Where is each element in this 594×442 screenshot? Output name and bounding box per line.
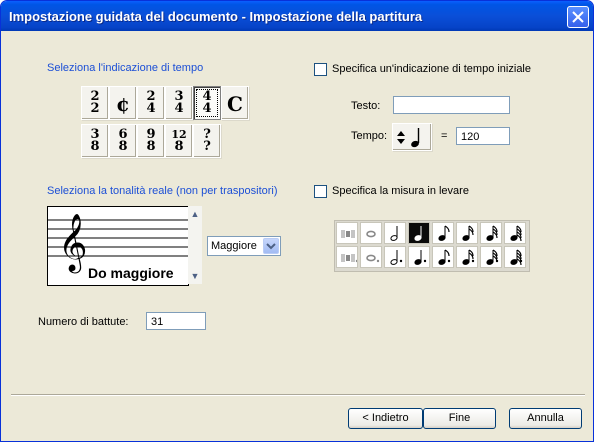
scroll-down-icon[interactable]: ▼ [188, 270, 202, 282]
time-signature-glyph: 22 [85, 90, 105, 116]
time-signature-3-4-button[interactable]: 34 [165, 86, 193, 120]
finish-button[interactable]: Fine [423, 408, 496, 429]
quarter-note-icon [414, 226, 422, 241]
whole-note-icon [366, 230, 376, 238]
wizard-window: Impostazione guidata del documento - Imp… [0, 0, 594, 442]
time-signature-glyph: ¢ [113, 90, 133, 116]
time-signature-9-8-button[interactable]: 98 [137, 124, 165, 158]
time-signature-custom-button[interactable]: ?? [193, 124, 221, 158]
tempo-text-input[interactable] [393, 96, 510, 114]
sixteenth-note-icon [462, 225, 474, 241]
close-button[interactable] [567, 6, 589, 28]
pickup-checkbox-label: Specifica la misura in levare [332, 185, 469, 197]
pickup-sixty-fourth-button[interactable] [504, 222, 526, 244]
time-signature-heading: Seleziona l'indicazione di tempo [47, 62, 204, 74]
time-signature-denominator: 8 [174, 139, 184, 154]
pickup-thirty-second-button[interactable] [480, 222, 502, 244]
tempo-text-label: Testo: [351, 100, 381, 112]
time-signature-denominator: 4 [202, 101, 212, 116]
tempo-checkbox[interactable] [314, 63, 327, 76]
pickup-dotted-double-rest-button[interactable] [336, 246, 359, 268]
back-button[interactable]: < Indietro [348, 408, 423, 429]
pickup-checkbox[interactable] [314, 185, 327, 198]
tempo-checkbox-label: Specifica un'indicazione di tempo inizia… [332, 63, 531, 75]
thirty-second-note-icon [486, 225, 498, 241]
mode-select-value: Maggiore [211, 240, 257, 252]
time-signature-common-time-button[interactable]: C [221, 86, 249, 120]
pickup-half-button[interactable] [384, 222, 406, 244]
time-signature-glyph: 38 [85, 128, 105, 154]
pickup-dotted-sixty-fourth-button[interactable] [504, 246, 526, 268]
time-signature-6-8-button[interactable]: 68 [109, 124, 137, 158]
pickup-dotted-half-button[interactable] [384, 246, 406, 268]
measures-label: Numero di battute: [38, 316, 129, 328]
dotted-whole-note-icon [366, 254, 380, 263]
time-signature-glyph: 98 [141, 128, 161, 154]
pickup-dotted-quarter-button[interactable] [408, 246, 430, 268]
dotted-sixty-fourth-note-icon [510, 249, 523, 266]
half-note-icon [390, 226, 398, 241]
time-signature-denominator: 8 [118, 139, 128, 154]
dotted-eighth-note-icon [438, 249, 451, 265]
tempo-label: Tempo: [351, 130, 388, 142]
tempo-note-button[interactable] [392, 123, 432, 151]
window-title: Impostazione guidata del documento - Imp… [9, 9, 423, 24]
time-signature-glyph: 34 [169, 90, 189, 116]
time-signature-2-2-button[interactable]: 22 [81, 86, 109, 120]
double-rest-note-icon [341, 230, 355, 238]
measures-input[interactable]: 31 [146, 312, 206, 330]
pickup-dotted-eighth-button[interactable] [432, 246, 454, 268]
treble-clef-icon: 𝄞 [58, 213, 88, 271]
time-signature-glyph: ?? [197, 128, 217, 154]
divider [11, 394, 585, 396]
pickup-dotted-whole-button[interactable] [360, 246, 382, 268]
key-heading: Seleziona la tonalità reale (non per tra… [47, 185, 278, 197]
time-signature-4-4-button[interactable]: 44 [193, 86, 221, 120]
time-signature-glyph: 44 [196, 89, 218, 117]
title-bar[interactable]: Impostazione guidata del documento - Imp… [1, 1, 593, 31]
tempo-bpm-input[interactable]: 120 [456, 127, 510, 145]
eighth-note-icon [438, 225, 450, 241]
close-icon [572, 11, 584, 23]
time-signature-cut-time-button[interactable]: ¢ [109, 86, 137, 120]
time-signature-denominator: 4 [146, 101, 156, 116]
key-staff-preview: 𝄞 Do maggiore [47, 206, 189, 286]
time-signature-symbol: C [227, 92, 243, 116]
chevron-down-icon [266, 243, 276, 250]
tempo-equals: = [441, 130, 448, 142]
dotted-thirty-second-note-icon [486, 249, 499, 265]
scroll-up-icon[interactable]: ▲ [188, 208, 202, 220]
time-signature-glyph: 24 [141, 90, 161, 116]
time-signature-glyph: 12 8 [169, 128, 189, 154]
time-signature-denominator: 2 [90, 101, 100, 116]
mode-select[interactable]: Maggiore [207, 236, 281, 256]
time-signature-denominator: 4 [174, 101, 184, 116]
time-signature-denominator: ? [203, 139, 211, 154]
sixty-fourth-note-icon [510, 225, 522, 242]
pickup-double-rest-button[interactable] [336, 222, 358, 244]
dotted-double-rest-note-icon [341, 254, 359, 263]
dotted-sixteenth-note-icon [462, 249, 475, 265]
pickup-quarter-button[interactable] [408, 222, 430, 244]
pickup-dotted-thirty-second-button[interactable] [480, 246, 502, 268]
mode-dropdown-button[interactable] [263, 238, 279, 254]
pickup-dotted-sixteenth-button[interactable] [456, 246, 478, 268]
time-signature-glyph: 68 [113, 128, 133, 154]
time-signature-3-8-button[interactable]: 38 [81, 124, 109, 158]
cancel-button[interactable]: Annulla [509, 408, 582, 429]
pickup-sixteenth-button[interactable] [456, 222, 478, 244]
dotted-quarter-note-icon [414, 250, 427, 265]
key-scrollbar[interactable]: ▲ ▼ [188, 206, 202, 284]
time-signature-2-4-button[interactable]: 24 [137, 86, 165, 120]
time-signature-denominator: 8 [90, 139, 100, 154]
dotted-half-note-icon [390, 250, 403, 265]
tempo-note-icon [397, 128, 420, 148]
time-signature-glyph: C [225, 90, 245, 116]
time-signature-12-8-button[interactable]: 12 8 [165, 124, 193, 158]
pickup-whole-button[interactable] [360, 222, 382, 244]
time-signature-denominator: 8 [146, 139, 156, 154]
key-name: Do maggiore [88, 265, 174, 281]
time-signature-symbol: ¢ [116, 92, 130, 116]
pickup-eighth-button[interactable] [432, 222, 454, 244]
